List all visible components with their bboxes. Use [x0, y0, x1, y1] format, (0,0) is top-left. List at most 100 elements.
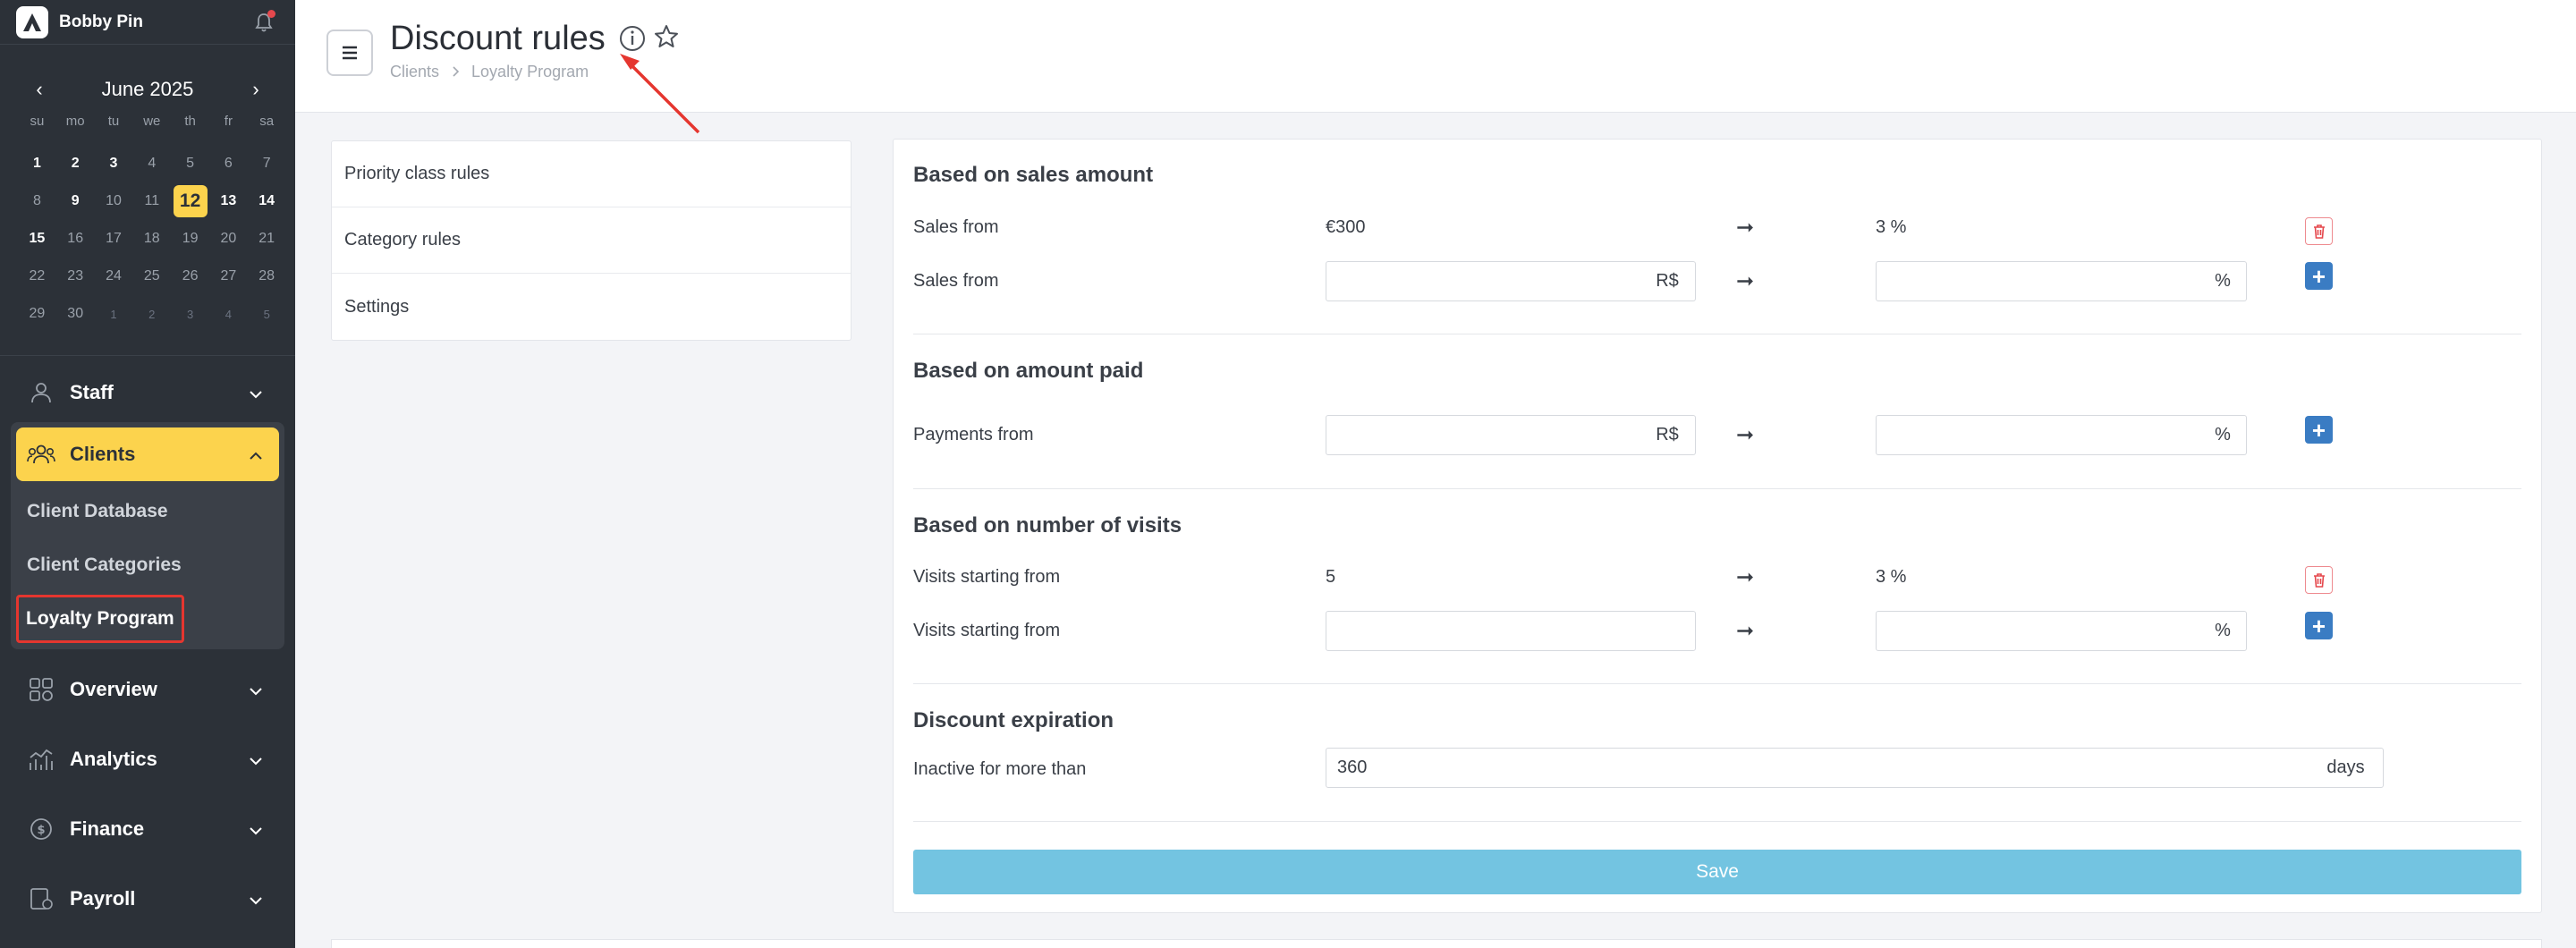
svg-text:$: $ [37, 824, 45, 837]
delete-visits-rule-button[interactable] [2305, 566, 2333, 594]
calendar-day[interactable]: 23 [56, 258, 95, 295]
calendar-day[interactable]: 3 [171, 295, 209, 333]
calendar-day[interactable]: 21 [248, 220, 286, 258]
calendar-day[interactable]: 2 [132, 295, 171, 333]
page-header: Discount rules Clients Loyalty Program [295, 0, 2576, 134]
save-button[interactable]: Save [913, 850, 2521, 894]
menu-toggle-button[interactable] [326, 30, 373, 76]
app-logo-icon[interactable] [16, 5, 48, 38]
payments-percent-addon: % [2199, 415, 2247, 455]
calendar-day[interactable]: 14 [248, 182, 286, 220]
expiration-unit-addon: days [2309, 748, 2384, 788]
calendar-day[interactable]: 15 [18, 220, 56, 258]
arrow-right-icon: ➞ [1736, 423, 1755, 447]
calendar-day[interactable]: 20 [209, 220, 248, 258]
section-title-expiration: Discount expiration [913, 708, 1114, 732]
calendar-day[interactable]: 17 [95, 220, 133, 258]
calendar-day[interactable]: 9 [56, 182, 95, 220]
sales-percent-input[interactable] [1876, 261, 2200, 301]
prev-month-button[interactable]: ‹ [27, 77, 52, 102]
delete-sales-rule-button[interactable] [2305, 217, 2333, 245]
user-name[interactable]: Bobby Pin [59, 13, 143, 32]
sidebar-subitem-client-categories[interactable]: Client Categories [11, 538, 284, 592]
calendar-day[interactable]: 1 [95, 295, 133, 333]
calendar-day[interactable]: 29 [18, 295, 56, 333]
calendar-day[interactable]: 7 [248, 145, 286, 182]
section-title-paid: Based on amount paid [913, 359, 1144, 383]
chevron-down-icon [249, 817, 263, 841]
calendar-day[interactable]: 1 [18, 145, 56, 182]
sidebar-item-staff[interactable]: Staff [11, 363, 284, 422]
clients-group: Clients Client Database Client Categorie… [11, 422, 284, 649]
sidebar-item-label: Overview [70, 678, 157, 700]
mini-calendar: ‹ June 2025 › su mo tu we th fr sa 1 2 3 4 5 6 7 8 9 10 1… [0, 45, 295, 356]
breadcrumb-clients[interactable]: Clients [390, 63, 439, 81]
calendar-day[interactable]: 25 [132, 258, 171, 295]
calendar-day[interactable]: 12 [171, 182, 209, 220]
users-icon [27, 440, 55, 469]
arrow-right-icon: ➞ [1736, 619, 1755, 643]
menu-category-rules[interactable]: Category rules [332, 207, 851, 274]
sales-amount-input[interactable] [1326, 261, 1640, 301]
visits-count-input[interactable] [1326, 611, 1696, 651]
calendar-day[interactable]: 28 [248, 258, 286, 295]
menu-priority-class-rules[interactable]: Priority class rules [332, 141, 851, 207]
payments-currency-addon: R$ [1640, 415, 1696, 455]
sidebar-item-label: Analytics [70, 748, 157, 770]
visits-percent-input[interactable] [1876, 611, 2200, 651]
calendar-day[interactable]: 26 [171, 258, 209, 295]
calendar-day[interactable]: 2 [56, 145, 95, 182]
next-month-button[interactable]: › [243, 77, 268, 102]
calendar-day[interactable]: 13 [209, 182, 248, 220]
calendar-day[interactable]: 19 [171, 220, 209, 258]
visits-row-label: Visits starting from [913, 567, 1061, 587]
calendar-day[interactable]: 11 [132, 182, 171, 220]
calendar-day[interactable]: 6 [209, 145, 248, 182]
calendar-day[interactable]: 30 [56, 295, 95, 333]
bell-icon[interactable] [254, 10, 275, 33]
payments-amount-input[interactable] [1326, 415, 1640, 455]
add-payments-rule-button[interactable]: + [2305, 416, 2333, 444]
calendar-day[interactable]: 4 [132, 145, 171, 182]
calendar-day[interactable]: 18 [132, 220, 171, 258]
divider [913, 488, 2521, 489]
calendar-day[interactable]: 10 [95, 182, 133, 220]
trash-icon [2313, 224, 2325, 239]
calendar-day[interactable]: 4 [209, 295, 248, 333]
calendar-month-label: June 2025 [101, 78, 194, 100]
payroll-icon [27, 885, 55, 913]
add-visits-rule-button[interactable]: + [2305, 612, 2333, 639]
sidebar-item-analytics[interactable]: Analytics [11, 724, 284, 794]
analytics-icon [27, 745, 55, 774]
sidebar-subitem-client-database[interactable]: Client Database [11, 485, 284, 538]
divider [913, 683, 2521, 684]
calendar-day[interactable]: 3 [95, 145, 133, 182]
payments-percent-input[interactable] [1876, 415, 2200, 455]
calendar-day[interactable]: 5 [248, 295, 286, 333]
sales-row-amount: €300 [1326, 217, 1366, 237]
chevron-down-icon [249, 381, 263, 404]
breadcrumb-loyalty-program[interactable]: Loyalty Program [471, 63, 589, 81]
calendar-today-marker: 12 [173, 185, 208, 217]
sidebar-item-payroll[interactable]: Payroll [11, 864, 284, 934]
sales-currency-addon: R$ [1640, 261, 1696, 301]
arrow-right-icon: ➞ [1736, 269, 1755, 293]
menu-settings[interactable]: Settings [332, 274, 851, 340]
sidebar-item-clients[interactable]: Clients [16, 427, 279, 481]
chevron-up-icon [249, 443, 263, 466]
sidebar-nav: Staff Clients Client Database Client Cat… [0, 363, 295, 934]
expiration-days-input[interactable] [1326, 748, 2309, 788]
calendar-day[interactable]: 5 [171, 145, 209, 182]
sidebar-item-finance[interactable]: $ Finance [11, 794, 284, 864]
loyalty-program-highlight: Loyalty Program [16, 595, 184, 643]
sidebar-item-overview[interactable]: Overview [11, 655, 284, 724]
sidebar-item-label: Payroll [70, 887, 136, 910]
calendar-day[interactable]: 8 [18, 182, 56, 220]
calendar-day[interactable]: 24 [95, 258, 133, 295]
chevron-down-icon [249, 887, 263, 910]
calendar-day[interactable]: 27 [209, 258, 248, 295]
sidebar-subitem-loyalty-program[interactable]: Loyalty Program [11, 592, 284, 646]
calendar-day[interactable]: 16 [56, 220, 95, 258]
calendar-day[interactable]: 22 [18, 258, 56, 295]
add-sales-rule-button[interactable]: + [2305, 262, 2333, 290]
